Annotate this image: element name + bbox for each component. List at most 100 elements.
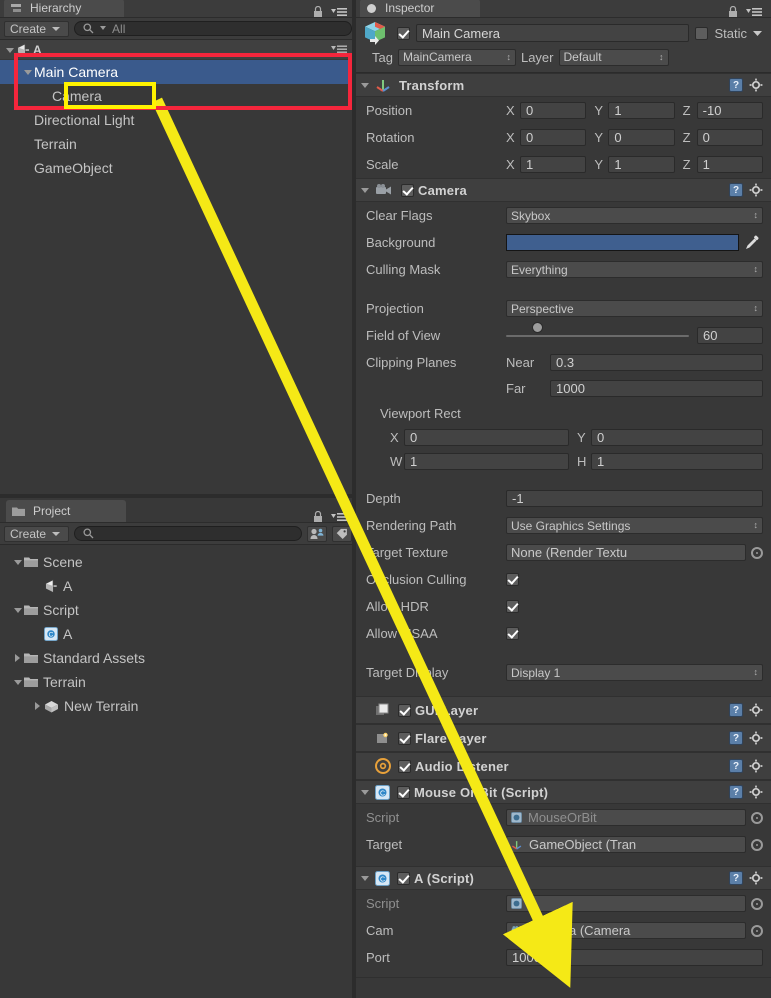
background-color-swatch[interactable] [506,234,739,251]
project-item-script[interactable]: Script [0,598,356,622]
gear-icon[interactable] [749,731,763,745]
filter-by-label-icon[interactable] [332,525,352,542]
allow-hdr-checkbox[interactable] [506,600,519,613]
transform-position-z-input[interactable]: -10 [696,102,763,119]
projection-dropdown[interactable]: Perspective ↕ [506,300,763,317]
transform-scale-x-input[interactable]: 1 [520,156,587,173]
transform-rotation-x-input[interactable]: 0 [520,129,587,146]
layer-dropdown[interactable]: Default ↕ [558,48,669,66]
a-script-port-input[interactable]: 10002 [506,949,763,966]
component-header-gui-layer[interactable]: GUI Layer? [356,696,771,724]
transform-position-x-input[interactable]: 0 [520,102,587,119]
filter-by-type-icon[interactable] [307,525,327,542]
scene-context-menu-icon[interactable] [331,45,353,54]
occlusion-culling-checkbox[interactable] [506,573,519,586]
component-header-transform[interactable]: Transform ? [356,73,771,97]
project-item-a[interactable]: A [0,574,356,598]
project-search-input[interactable] [74,526,302,541]
transform-rotation-z-input[interactable]: 0 [696,129,763,146]
expand-triangle-icon[interactable] [12,556,24,568]
object-picker-icon[interactable] [751,924,763,937]
a-script-enabled-checkbox[interactable] [397,871,410,885]
hierarchy-search-input[interactable]: All [74,21,352,36]
help-icon[interactable]: ? [729,759,743,773]
target-display-dropdown[interactable]: Display 1 ↕ [506,664,763,681]
component-header-audio-listener[interactable]: Audio Listener? [356,752,771,780]
component-header-flare-layer[interactable]: Flare Layer? [356,724,771,752]
viewport-x-input[interactable]: 0 [404,428,569,446]
hierarchy-item-terrain[interactable]: Terrain [0,132,356,156]
target-texture-objectfield[interactable]: None (Render Textu [506,544,746,561]
hierarchy-item-gameobject[interactable]: GameObject [0,156,356,180]
project-item-new-terrain[interactable]: New Terrain [0,694,356,718]
component-header-mouse-or-bit[interactable]: C Mouse Or Bit (Script) ? [356,780,771,804]
transform-rotation-y-input[interactable]: 0 [608,129,675,146]
far-input[interactable]: 1000 [550,380,763,397]
viewport-y-input[interactable]: 0 [591,428,763,446]
help-icon[interactable]: ? [729,785,743,799]
project-item-scene[interactable]: Scene [0,550,356,574]
tag-dropdown[interactable]: MainCamera ↕ [397,48,516,66]
viewport-h-input[interactable]: 1 [591,452,763,470]
a-script-cam-objectfield[interactable]: Camera (Camera [506,922,746,939]
hierarchy-item-camera[interactable]: Camera [0,84,356,108]
component-enabled-checkbox[interactable] [398,759,411,773]
gear-icon[interactable] [749,78,763,92]
mouse-or-bit-target-objectfield[interactable]: GameObject (Tran [506,836,746,853]
expand-triangle-icon[interactable] [4,44,16,56]
expand-triangle-icon[interactable] [12,604,24,616]
object-picker-icon[interactable] [751,897,763,910]
gear-icon[interactable] [749,785,763,799]
lock-icon[interactable] [313,6,323,17]
component-header-a-script[interactable]: C A (Script) ? [356,866,771,890]
viewport-w-input[interactable]: 1 [404,452,569,470]
object-picker-icon[interactable] [751,811,763,824]
tab-inspector[interactable]: Inspector [360,0,480,17]
gameobject-enabled-checkbox[interactable] [397,26,410,40]
clear-flags-dropdown[interactable]: Skybox ↕ [506,207,763,224]
search-filter-chevron-icon[interactable] [100,26,107,31]
hierarchy-item-directional-light[interactable]: Directional Light [0,108,356,132]
tab-project[interactable]: Project [6,500,126,522]
object-picker-icon[interactable] [751,838,763,851]
transform-scale-y-input[interactable]: 1 [608,156,675,173]
static-dropdown-icon[interactable] [753,30,762,37]
help-icon[interactable]: ? [729,731,743,745]
help-icon[interactable]: ? [729,871,743,885]
static-checkbox[interactable] [695,26,709,40]
near-input[interactable]: 0.3 [550,354,763,371]
allow-msaa-checkbox[interactable] [506,627,519,640]
culling-mask-dropdown[interactable]: Everything ↕ [506,261,763,278]
project-item-standard-assets[interactable]: Standard Assets [0,646,356,670]
expand-triangle-icon[interactable] [32,700,44,712]
expand-triangle-icon[interactable] [359,184,371,196]
lock-icon[interactable] [313,511,323,522]
fov-slider[interactable] [506,322,689,344]
hierarchy-item-main-camera[interactable]: Main Camera [0,60,356,84]
panel-menu-icon[interactable] [331,512,347,522]
fov-slider-knob[interactable] [531,322,543,333]
component-enabled-checkbox[interactable] [398,703,411,717]
lock-icon[interactable] [728,6,738,17]
depth-input[interactable]: -1 [506,490,763,507]
component-enabled-checkbox[interactable] [398,731,411,745]
help-icon[interactable]: ? [729,703,743,717]
camera-enabled-checkbox[interactable] [401,183,414,197]
panel-menu-icon[interactable] [331,7,347,17]
expand-triangle-icon[interactable] [12,676,24,688]
expand-triangle-icon[interactable] [22,66,34,78]
gear-icon[interactable] [749,183,763,197]
tab-hierarchy[interactable]: Hierarchy [4,0,124,17]
component-header-camera[interactable]: Camera ? [356,178,771,202]
gear-icon[interactable] [749,703,763,717]
gear-icon[interactable] [749,871,763,885]
help-icon[interactable]: ? [729,183,743,197]
rendering-path-dropdown[interactable]: Use Graphics Settings ↕ [506,517,763,534]
expand-triangle-icon[interactable] [359,79,371,91]
gear-icon[interactable] [749,759,763,773]
expand-triangle-icon[interactable] [12,652,24,664]
project-item-a[interactable]: CA [0,622,356,646]
expand-triangle-icon[interactable] [359,872,371,884]
transform-scale-z-input[interactable]: 1 [696,156,763,173]
project-create-button[interactable]: Create [4,525,70,542]
